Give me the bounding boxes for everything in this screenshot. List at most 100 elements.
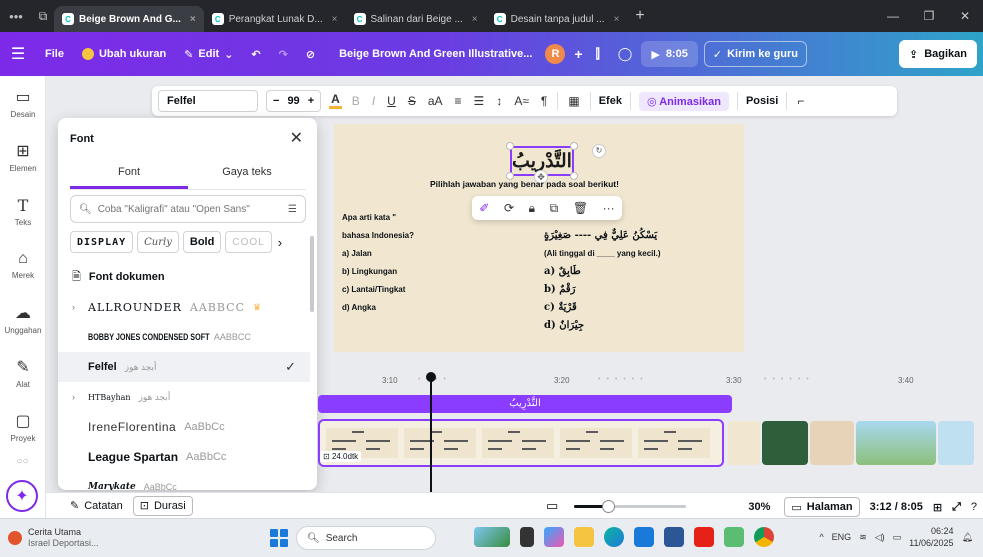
browser-tab-active[interactable]: C Beige Brown And G... × bbox=[54, 6, 204, 32]
file-menu[interactable]: File bbox=[36, 48, 73, 60]
notes-button[interactable]: ✎ Catatan bbox=[64, 499, 129, 513]
trash-icon[interactable]: 🗑︎ bbox=[573, 201, 588, 215]
scrollbar[interactable] bbox=[310, 236, 314, 312]
underline-icon[interactable]: U bbox=[385, 94, 398, 108]
font-item-felfel[interactable]: Felfel أبجد هوز ✓ bbox=[58, 352, 310, 382]
tray-chevron-icon[interactable]: ^ bbox=[819, 532, 823, 542]
notification-icon[interactable]: 🔔︎ bbox=[962, 532, 973, 543]
word-icon[interactable] bbox=[664, 527, 684, 547]
youtube-icon[interactable] bbox=[694, 527, 714, 547]
lock-icon[interactable]: 🔒︎ bbox=[529, 201, 535, 216]
add-collaborator-icon[interactable]: + bbox=[574, 46, 582, 62]
windows-start-icon[interactable] bbox=[270, 529, 288, 547]
chevron-right-icon[interactable]: › bbox=[72, 392, 80, 402]
transparency-icon[interactable]: ▦ bbox=[566, 94, 581, 108]
pages-button[interactable]: ▭ Halaman bbox=[784, 497, 860, 517]
sidebar-item-text[interactable]: T Teks bbox=[0, 184, 46, 238]
strikethrough-icon[interactable]: S bbox=[406, 94, 418, 108]
sidebar-item-projects[interactable]: ▢ Proyek bbox=[0, 400, 46, 454]
font-item-irene-florentina[interactable]: IreneFlorentina AaBbCc bbox=[58, 412, 310, 442]
copilot-icon[interactable] bbox=[544, 527, 564, 547]
position-button[interactable]: Posisi bbox=[746, 95, 778, 107]
present-button[interactable]: ▶ 8:05 bbox=[641, 41, 698, 67]
sidebar-item-design[interactable]: ▭ Desain bbox=[0, 76, 46, 130]
duplicate-icon[interactable]: ⧉ bbox=[550, 201, 559, 216]
close-tab-icon[interactable]: × bbox=[614, 14, 620, 25]
page-thumbnail[interactable] bbox=[938, 421, 974, 465]
zoom-level[interactable]: 30% bbox=[748, 501, 770, 513]
font-item-league-spartan[interactable]: League Spartan AaBbCc bbox=[58, 442, 310, 472]
text-direction-icon[interactable]: A≈ bbox=[512, 94, 531, 108]
text-color-icon[interactable]: A bbox=[329, 93, 342, 109]
chevron-right-icon[interactable]: › bbox=[72, 302, 80, 312]
more-icon[interactable]: ··· bbox=[603, 201, 615, 215]
edit-mode-button[interactable]: ✎ Edit ⌄ bbox=[175, 48, 242, 61]
screen-icon[interactable]: ▭ bbox=[546, 498, 558, 514]
file-explorer-icon[interactable] bbox=[574, 527, 594, 547]
close-tab-icon[interactable]: × bbox=[332, 14, 338, 25]
playhead[interactable] bbox=[426, 372, 436, 492]
help-icon[interactable]: ? bbox=[971, 501, 977, 513]
minimize-icon[interactable]: — bbox=[875, 0, 911, 32]
wifi-icon[interactable]: ≋ bbox=[859, 532, 867, 543]
tab-text-styles[interactable]: Gaya teks bbox=[188, 164, 306, 189]
fullscreen-icon[interactable]: ⤢ bbox=[952, 501, 961, 514]
paint-roller-icon[interactable]: ⌐ bbox=[795, 94, 806, 108]
magic-edit-icon[interactable]: ✐ bbox=[479, 201, 489, 215]
font-item-marykate[interactable]: Marykate AaBbCc bbox=[58, 472, 310, 490]
sidebar-item-uploads[interactable]: ☁ Unggahan bbox=[0, 292, 46, 346]
font-item-allrounder[interactable]: › ALLROUNDER AABBCC ♛ bbox=[58, 292, 310, 322]
page-thumbnail[interactable] bbox=[728, 421, 760, 465]
instruction-text[interactable]: Pilihlah jawaban yang benar pada soal be… bbox=[430, 179, 720, 189]
decrease-size-icon[interactable]: − bbox=[273, 95, 279, 107]
zoom-slider[interactable] bbox=[574, 500, 686, 513]
font-selector[interactable]: Felfel bbox=[158, 90, 258, 112]
filter-icon[interactable]: ☰ bbox=[288, 204, 297, 215]
bold-icon[interactable]: B bbox=[350, 94, 362, 108]
align-icon[interactable]: ≡ bbox=[453, 94, 464, 108]
page-thumbnail[interactable] bbox=[762, 421, 808, 465]
sidebar-item-elements[interactable]: ⊞ Elemen bbox=[0, 130, 46, 184]
new-tab-icon[interactable]: + bbox=[635, 7, 644, 25]
sidebar-item-brand[interactable]: ⌂ Merek bbox=[0, 238, 46, 292]
font-item-bobby-jones[interactable]: BOBBY JONES CONDENSED SOFT AABBCC bbox=[58, 322, 310, 352]
chip-cool[interactable]: COOL bbox=[225, 231, 272, 253]
battery-icon[interactable]: ▭ bbox=[893, 532, 902, 543]
rotate-icon[interactable]: ↻ bbox=[592, 144, 606, 158]
question-2[interactable]: ...mat berikut: يَسْكُنُ عَلِيٌّ فِي ---… bbox=[544, 209, 660, 335]
duration-button[interactable]: ⊡ Durasi bbox=[132, 495, 193, 516]
magic-icon[interactable]: ✦ bbox=[6, 480, 38, 512]
italic-icon[interactable]: I bbox=[370, 94, 377, 108]
increase-size-icon[interactable]: + bbox=[308, 95, 314, 107]
close-tab-icon[interactable]: × bbox=[472, 14, 478, 25]
chip-bold[interactable]: Bold bbox=[182, 231, 222, 253]
cloud-saved-icon[interactable]: ⊘ bbox=[297, 48, 324, 61]
clock[interactable]: 06:24 11/06/2025 bbox=[909, 525, 953, 549]
share-button[interactable]: ⇪ Bagikan bbox=[898, 40, 977, 68]
page-clip-selected[interactable]: ⊡ 24.0dtk bbox=[318, 419, 724, 467]
timeline-ruler[interactable]: 3:10 •••• 3:20 •••••• 3:30 •••••• 3:40 bbox=[318, 376, 983, 390]
workspace-icon[interactable]: ⧉ bbox=[32, 9, 54, 24]
chevron-right-icon[interactable]: › bbox=[278, 235, 282, 250]
comment-icon[interactable]: ◯ bbox=[609, 46, 642, 62]
widget-app-icon[interactable] bbox=[474, 527, 510, 547]
hamburger-menu-icon[interactable]: ☰ bbox=[0, 44, 36, 64]
sidebar-item-tools[interactable]: ✎ Alat bbox=[0, 346, 46, 400]
insights-icon[interactable]: ⫿ bbox=[587, 46, 609, 62]
close-window-icon[interactable]: ✕ bbox=[947, 0, 983, 32]
font-search-input[interactable] bbox=[97, 203, 283, 215]
page-thumbnail[interactable] bbox=[856, 421, 936, 465]
resize-handle[interactable] bbox=[506, 142, 514, 150]
app-icon[interactable] bbox=[724, 527, 744, 547]
resize-button[interactable]: Ubah ukuran bbox=[73, 48, 175, 60]
browser-tab[interactable]: C Desain tanpa judul ... × bbox=[486, 6, 628, 32]
text-animation-track[interactable]: التَّدْرِيبُ bbox=[318, 395, 732, 413]
line-spacing-icon[interactable]: ↕ bbox=[494, 94, 504, 108]
send-to-teacher-button[interactable]: ✓ Kirim ke guru bbox=[703, 41, 807, 67]
edge-icon[interactable] bbox=[604, 527, 624, 547]
effects-button[interactable]: Efek bbox=[599, 95, 622, 107]
document-title[interactable]: Beige Brown And Green Illustrative... bbox=[330, 48, 541, 60]
task-view-icon[interactable] bbox=[520, 527, 534, 547]
paragraph-icon[interactable]: ¶ bbox=[539, 94, 549, 108]
list-icon[interactable]: ☰ bbox=[472, 94, 487, 108]
